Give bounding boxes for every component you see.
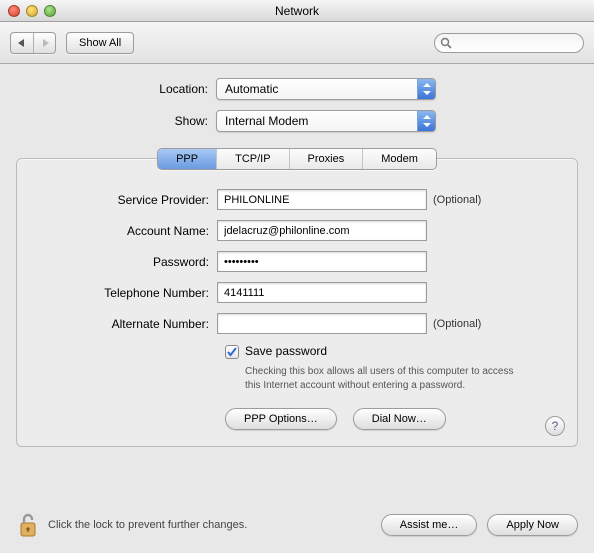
titlebar: Network	[0, 0, 594, 22]
ppp-options-button[interactable]: PPP Options…	[225, 408, 337, 430]
telephone-number-input[interactable]	[217, 282, 427, 303]
search-icon	[440, 37, 452, 49]
location-value: Automatic	[225, 82, 278, 96]
optional-label: (Optional)	[427, 194, 481, 206]
triangle-left-icon	[18, 39, 26, 47]
nav-buttons	[10, 32, 56, 54]
optional-label: (Optional)	[427, 318, 481, 330]
ppp-panel: Service Provider: (Optional) Account Nam…	[16, 158, 578, 447]
apply-now-button[interactable]: Apply Now	[487, 514, 578, 536]
search-input[interactable]	[434, 33, 584, 53]
account-name-input[interactable]	[217, 220, 427, 241]
save-password-checkbox[interactable]	[225, 345, 239, 359]
lock-text: Click the lock to prevent further change…	[48, 519, 247, 531]
password-input[interactable]	[217, 251, 427, 272]
save-password-help-text: Checking this box allows all users of th…	[245, 365, 527, 392]
service-provider-input[interactable]	[217, 189, 427, 210]
triangle-right-icon	[41, 39, 49, 47]
account-name-label: Account Name:	[37, 224, 217, 238]
footer: Click the lock to prevent further change…	[0, 501, 594, 553]
location-label: Location:	[16, 82, 216, 96]
help-button[interactable]: ?	[545, 416, 565, 436]
show-all-button[interactable]: Show All	[66, 32, 134, 54]
search-field-wrap	[434, 33, 584, 53]
close-window-button[interactable]	[8, 5, 20, 17]
show-label: Show:	[16, 114, 216, 128]
show-value: Internal Modem	[225, 114, 308, 128]
toolbar: Show All	[0, 22, 594, 64]
show-select[interactable]: Internal Modem	[216, 110, 436, 132]
alternate-number-input[interactable]	[217, 313, 427, 334]
select-arrows-icon	[417, 79, 435, 99]
tab-tcpip[interactable]: TCP/IP	[216, 149, 288, 169]
back-button[interactable]	[11, 33, 33, 53]
assist-me-button[interactable]: Assist me…	[381, 514, 478, 536]
forward-button[interactable]	[33, 33, 55, 53]
dial-now-button[interactable]: Dial Now…	[353, 408, 446, 430]
minimize-window-button[interactable]	[26, 5, 38, 17]
window-title: Network	[0, 4, 594, 18]
location-select[interactable]: Automatic	[216, 78, 436, 100]
tab-modem[interactable]: Modem	[362, 149, 436, 169]
telephone-number-label: Telephone Number:	[37, 286, 217, 300]
tab-ppp[interactable]: PPP	[158, 149, 216, 169]
lock-icon[interactable]	[16, 511, 40, 539]
select-arrows-icon	[417, 111, 435, 131]
password-label: Password:	[37, 255, 217, 269]
question-icon: ?	[552, 419, 559, 433]
service-provider-label: Service Provider:	[37, 193, 217, 207]
alternate-number-label: Alternate Number:	[37, 317, 217, 331]
window-controls	[0, 5, 56, 17]
tab-proxies[interactable]: Proxies	[289, 149, 363, 169]
save-password-label: Save password	[245, 344, 327, 358]
zoom-window-button[interactable]	[44, 5, 56, 17]
checkmark-icon	[227, 347, 237, 357]
tabs: PPP TCP/IP Proxies Modem	[157, 148, 437, 170]
